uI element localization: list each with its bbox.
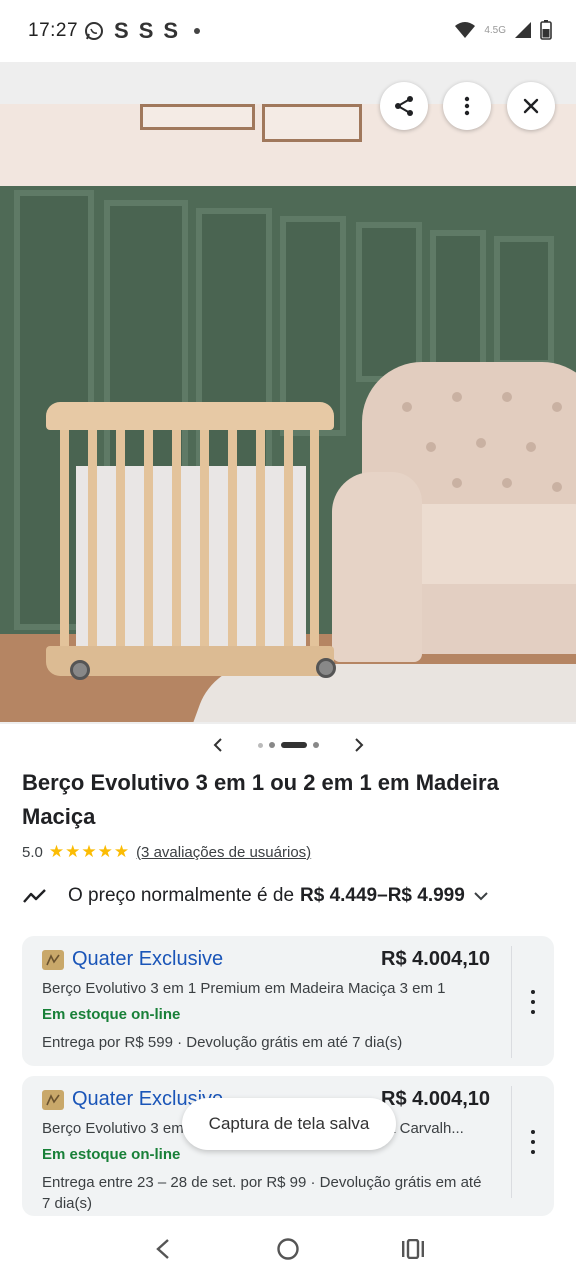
- rating-value: 5.0: [22, 843, 43, 861]
- product-image-carousel[interactable]: [0, 62, 576, 724]
- carousel-dot[interactable]: [312, 742, 319, 748]
- more-vertical-icon: [531, 990, 535, 994]
- s-app-icon: S: [114, 18, 129, 43]
- back-icon: [155, 1239, 169, 1259]
- more-notifications-dot: [194, 28, 201, 34]
- carousel-dot[interactable]: [268, 742, 275, 748]
- rating-row: 5.0 ★★★★★ (3 avaliações de usuários): [22, 842, 311, 862]
- crib: [46, 402, 336, 680]
- carousel-dot[interactable]: [257, 742, 263, 748]
- more-vertical-icon: [531, 1130, 535, 1134]
- card-divider: [511, 1086, 512, 1198]
- recents-icon: [402, 1239, 425, 1259]
- home-icon: [277, 1238, 299, 1260]
- chevron-down-icon: [474, 892, 488, 901]
- shipping-info: Entrega entre 23 – 28 de set. por R$ 99 …: [42, 1174, 482, 1212]
- nav-home-button[interactable]: [268, 1229, 308, 1269]
- share-icon: [395, 96, 413, 116]
- armchair-arm: [332, 472, 422, 662]
- stock-status: Em estoque on-line: [42, 1146, 181, 1163]
- status-right-icons: 4.5G: [454, 20, 552, 40]
- system-nav-bar: [0, 1218, 576, 1280]
- offer-price: R$ 4.004,10: [381, 1088, 490, 1110]
- next-image-button[interactable]: [349, 737, 369, 753]
- share-button[interactable]: [380, 82, 428, 130]
- wall-panel: [430, 230, 486, 370]
- status-time: 17:27: [28, 20, 79, 41]
- nav-recents-button[interactable]: [393, 1229, 433, 1269]
- photo-frame: [140, 104, 255, 130]
- product-photo[interactable]: [0, 104, 576, 722]
- wall-panel: [494, 236, 554, 366]
- s-app-icon: S: [163, 18, 179, 43]
- nav-back-button[interactable]: [143, 1229, 183, 1269]
- offer-price: R$ 4.004,10: [381, 948, 490, 970]
- price-history-label: O preço normalmente é de: [68, 885, 295, 906]
- more-vertical-icon: [464, 96, 470, 116]
- price-history-range: R$ 4.449–R$ 4.999: [300, 885, 465, 906]
- merchant-logo: [42, 949, 64, 970]
- stock-status: Em estoque on-line: [42, 1006, 181, 1023]
- offer-card[interactable]: Quater Exclusive R$ 4.004,10 Berço Evolu…: [22, 936, 554, 1066]
- offer-more-button[interactable]: [526, 1130, 540, 1154]
- carousel-controls: [0, 730, 576, 760]
- photo-frame: [262, 104, 362, 142]
- offer-more-button[interactable]: [526, 990, 540, 1014]
- previous-image-button[interactable]: [208, 737, 228, 753]
- screenshot-saved-toast: Captura de tela salva: [182, 1098, 396, 1150]
- whatsapp-icon: [85, 22, 104, 40]
- merchant-row: Quater Exclusive: [42, 948, 223, 971]
- star-rating-icon: ★★★★★: [48, 842, 131, 861]
- carousel-dots: [257, 742, 319, 748]
- status-bar: 17:27 S S S 4.5G: [0, 0, 576, 62]
- carousel-dot-active[interactable]: [280, 742, 307, 748]
- more-options-button[interactable]: [443, 82, 491, 130]
- merchant-logo: [42, 1089, 64, 1110]
- cellular-signal-icon: [515, 22, 531, 38]
- notification-icons: S S S: [84, 18, 201, 44]
- product-title: Berço Evolutivo 3 em 1 ou 2 em 1 em Made…: [22, 770, 499, 829]
- card-divider: [511, 946, 512, 1058]
- trend-line-icon: [23, 889, 46, 903]
- shipping-info: Entrega por R$ 599 · Devolução grátis em…: [42, 1034, 403, 1051]
- battery-icon: [540, 20, 552, 40]
- wifi-icon: [455, 22, 476, 38]
- price-history-toggle[interactable]: O preço normalmente é de R$ 4.449–R$ 4.9…: [22, 878, 552, 914]
- merchant-name-link[interactable]: Quater Exclusive: [72, 948, 223, 971]
- close-icon: [523, 98, 539, 114]
- close-button[interactable]: [507, 82, 555, 130]
- s-app-icon: S: [138, 18, 154, 43]
- network-type-label: 4.5G: [484, 24, 506, 36]
- offer-description: Berço Evolutivo 3 em 1 Premium em Madeir…: [42, 980, 446, 997]
- reviews-link[interactable]: (3 avaliações de usuários): [136, 844, 311, 861]
- wall-panel: [356, 222, 422, 382]
